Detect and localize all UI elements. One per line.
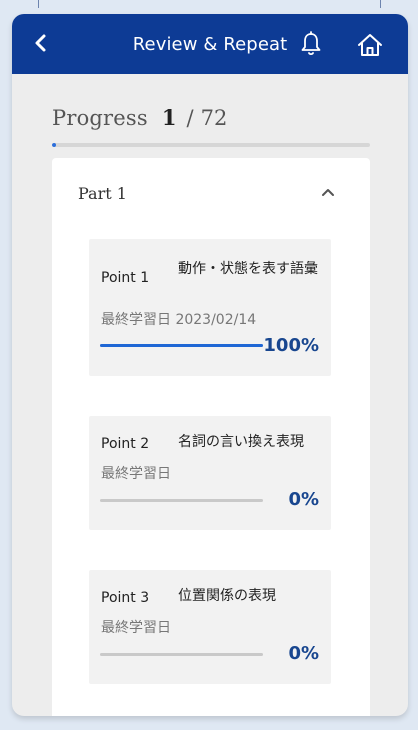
page-title: Review & Repeat <box>132 34 288 55</box>
back-button[interactable] <box>32 33 50 53</box>
screen: Review & Repeat Progress 1 / 72 Part 1 Po… <box>0 0 418 730</box>
point-progress-bar <box>100 344 263 347</box>
bell-icon <box>301 31 321 56</box>
last-studied-label: 最終学習日 <box>101 312 171 328</box>
last-studied: 最終学習日 <box>101 617 171 637</box>
overall-progress: Progress 1 / 72 <box>52 105 370 130</box>
point-item[interactable]: Point 2 名詞の言い換え表現 最終学習日 0% <box>89 416 331 530</box>
part-title: Part 1 <box>78 184 127 203</box>
point-topic: 位置関係の表現 <box>178 588 276 604</box>
last-studied-label: 最終学習日 <box>101 620 171 636</box>
point-item[interactable]: Point 3 位置関係の表現 最終学習日 0% <box>89 570 331 684</box>
top-edge-line <box>38 0 39 8</box>
point-progress-percent: 100% <box>263 335 319 356</box>
point-topic: 名詞の言い換え表現 <box>178 434 304 450</box>
point-progress-fill <box>100 344 263 347</box>
app-window: Review & Repeat Progress 1 / 72 Part 1 Po… <box>12 14 408 716</box>
progress-label: Progress <box>52 106 148 130</box>
point-progress-bar <box>100 499 263 502</box>
point-item[interactable]: Point 1 動作・状態を表す語彙 最終学習日 2023/02/14 100% <box>89 239 331 376</box>
point-progress-bar <box>100 653 263 656</box>
app-header: Review & Repeat <box>12 14 408 74</box>
point-label: Point 3 <box>101 590 150 606</box>
progress-total: 72 <box>200 106 228 130</box>
back-chevron-icon <box>35 34 46 52</box>
top-edge-lines <box>0 0 418 8</box>
point-progress-percent: 0% <box>288 489 319 510</box>
point-label: Point 2 <box>101 436 150 452</box>
progress-separator: / <box>186 106 194 130</box>
point-topic: 動作・状態を表す語彙 <box>178 261 318 277</box>
overall-progress-fill <box>52 143 57 147</box>
home-button[interactable] <box>356 31 384 59</box>
last-studied-date: 2023/02/14 <box>175 312 257 328</box>
last-studied: 最終学習日 <box>101 463 171 483</box>
point-label: Point 1 <box>101 270 150 286</box>
point-progress-percent: 0% <box>288 643 319 664</box>
last-studied: 最終学習日 2023/02/14 <box>101 309 256 329</box>
part-card: Part 1 Point 1 動作・状態を表す語彙 最終学習日 2023/02/… <box>52 158 370 716</box>
overall-progress-bar <box>52 143 370 147</box>
notifications-button[interactable] <box>299 31 323 57</box>
chevron-up-icon <box>322 189 334 196</box>
progress-current: 1 <box>161 105 177 130</box>
home-icon <box>358 34 382 56</box>
part-header[interactable]: Part 1 <box>52 158 370 230</box>
last-studied-label: 最終学習日 <box>101 466 171 482</box>
top-edge-line <box>380 0 381 8</box>
